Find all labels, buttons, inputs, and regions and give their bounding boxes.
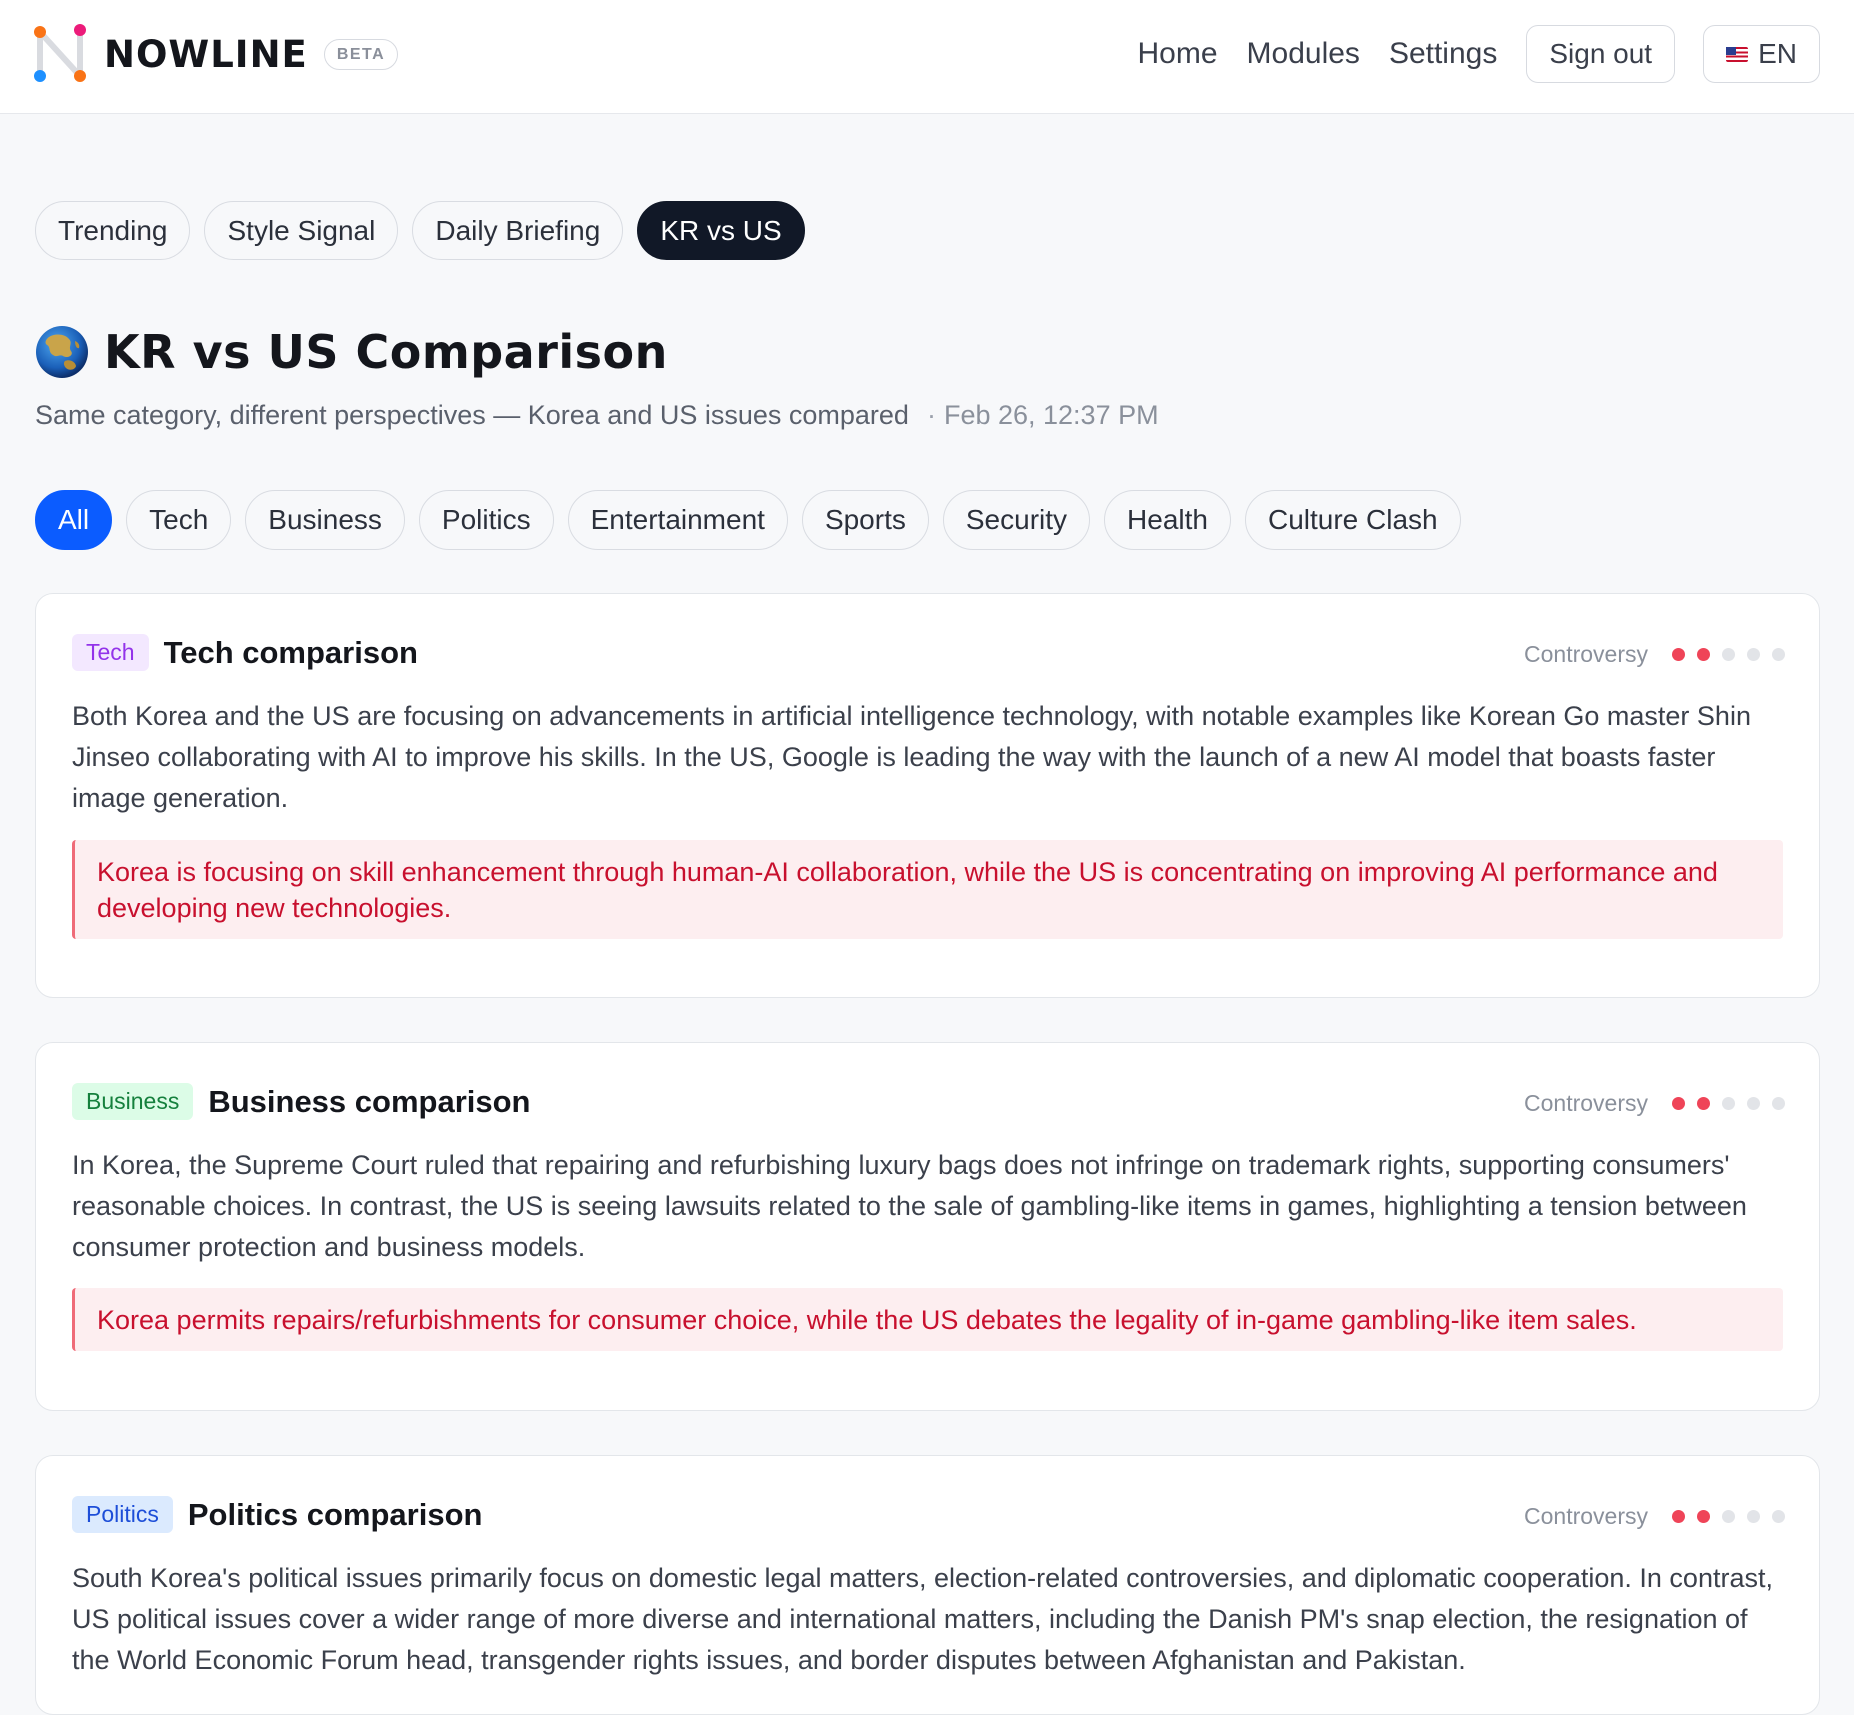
- controversy-dot: [1697, 1510, 1710, 1523]
- controversy-meter: Controversy: [1524, 1090, 1785, 1117]
- filter-security[interactable]: Security: [943, 490, 1090, 550]
- card-title: Politics comparison: [188, 1497, 483, 1533]
- controversy-dot: [1672, 1097, 1685, 1110]
- controversy-dot: [1697, 648, 1710, 661]
- nowline-logo-icon: [34, 24, 94, 84]
- sign-out-button[interactable]: Sign out: [1526, 25, 1675, 83]
- main-nav: Home Modules Settings Sign out EN: [1138, 25, 1854, 83]
- controversy-dot: [1772, 1097, 1785, 1110]
- brand-name: NOWLINE: [104, 33, 308, 76]
- page-subtitle: Same category, different perspectives — …: [35, 400, 1159, 431]
- filter-all[interactable]: All: [35, 490, 112, 550]
- nav-modules-link[interactable]: Modules: [1247, 37, 1360, 71]
- filter-tech[interactable]: Tech: [126, 490, 231, 550]
- controversy-meter: Controversy: [1524, 1503, 1785, 1530]
- category-filters: All Tech Business Politics Entertainment…: [35, 490, 1475, 550]
- card-summary: Both Korea and the US are focusing on ad…: [72, 696, 1783, 819]
- controversy-dot: [1747, 648, 1760, 661]
- key-difference-callout: Korea is focusing on skill enhancement t…: [72, 840, 1783, 939]
- nav-home-link[interactable]: Home: [1138, 37, 1218, 71]
- tab-trending[interactable]: Trending: [35, 201, 190, 260]
- card-header: Business Business comparison: [72, 1083, 530, 1120]
- category-tag: Tech: [72, 634, 149, 671]
- key-difference-callout: Korea permits repairs/refurbishments for…: [72, 1288, 1783, 1351]
- comparison-card-business: Business Business comparison Controversy…: [35, 1042, 1820, 1411]
- filter-health[interactable]: Health: [1104, 490, 1231, 550]
- controversy-dot: [1722, 1097, 1735, 1110]
- nav-settings-link[interactable]: Settings: [1389, 37, 1497, 71]
- filter-business[interactable]: Business: [245, 490, 405, 550]
- top-header: NOWLINE BETA Home Modules Settings Sign …: [0, 0, 1854, 114]
- page-title-row: KR vs US Comparison: [35, 325, 668, 379]
- page-title: KR vs US Comparison: [104, 325, 668, 379]
- controversy-dot: [1747, 1510, 1760, 1523]
- filter-sports[interactable]: Sports: [802, 490, 929, 550]
- beta-badge: BETA: [324, 39, 398, 70]
- card-title: Business comparison: [208, 1084, 530, 1120]
- controversy-label: Controversy: [1524, 1090, 1648, 1117]
- controversy-label: Controversy: [1524, 1503, 1648, 1530]
- filter-culture-clash[interactable]: Culture Clash: [1245, 490, 1461, 550]
- filter-entertainment[interactable]: Entertainment: [568, 490, 788, 550]
- category-tag: Business: [72, 1083, 193, 1120]
- module-tabs: Trending Style Signal Daily Briefing KR …: [35, 201, 819, 260]
- controversy-meter: Controversy: [1524, 641, 1785, 668]
- card-header: Tech Tech comparison: [72, 634, 418, 671]
- card-header: Politics Politics comparison: [72, 1496, 482, 1533]
- updated-timestamp: Feb 26, 12:37 PM: [944, 400, 1159, 430]
- tab-style-signal[interactable]: Style Signal: [204, 201, 398, 260]
- controversy-dot: [1672, 648, 1685, 661]
- globe-asia-icon: [35, 325, 89, 379]
- controversy-dot: [1722, 648, 1735, 661]
- tab-kr-vs-us[interactable]: KR vs US: [637, 201, 804, 260]
- brand-logo[interactable]: NOWLINE BETA: [34, 24, 398, 84]
- subtitle-text: Same category, different perspectives — …: [35, 400, 909, 430]
- controversy-dot: [1747, 1097, 1760, 1110]
- category-tag: Politics: [72, 1496, 173, 1533]
- us-flag-icon: [1726, 47, 1748, 62]
- comparison-card-politics: Politics Politics comparison Controversy…: [35, 1455, 1820, 1715]
- filter-politics[interactable]: Politics: [419, 490, 554, 550]
- card-summary: South Korea's political issues primarily…: [72, 1558, 1783, 1681]
- controversy-label: Controversy: [1524, 641, 1648, 668]
- language-label: EN: [1758, 38, 1797, 70]
- subtitle-separator: ·: [927, 400, 936, 430]
- card-summary: In Korea, the Supreme Court ruled that r…: [72, 1145, 1783, 1268]
- tab-daily-briefing[interactable]: Daily Briefing: [412, 201, 623, 260]
- language-switcher-button[interactable]: EN: [1703, 25, 1820, 83]
- controversy-dot: [1697, 1097, 1710, 1110]
- controversy-dot: [1672, 1510, 1685, 1523]
- comparison-card-tech: Tech Tech comparison Controversy Both Ko…: [35, 593, 1820, 998]
- controversy-dot: [1772, 1510, 1785, 1523]
- controversy-dot: [1772, 648, 1785, 661]
- controversy-dot: [1722, 1510, 1735, 1523]
- card-title: Tech comparison: [164, 635, 418, 671]
